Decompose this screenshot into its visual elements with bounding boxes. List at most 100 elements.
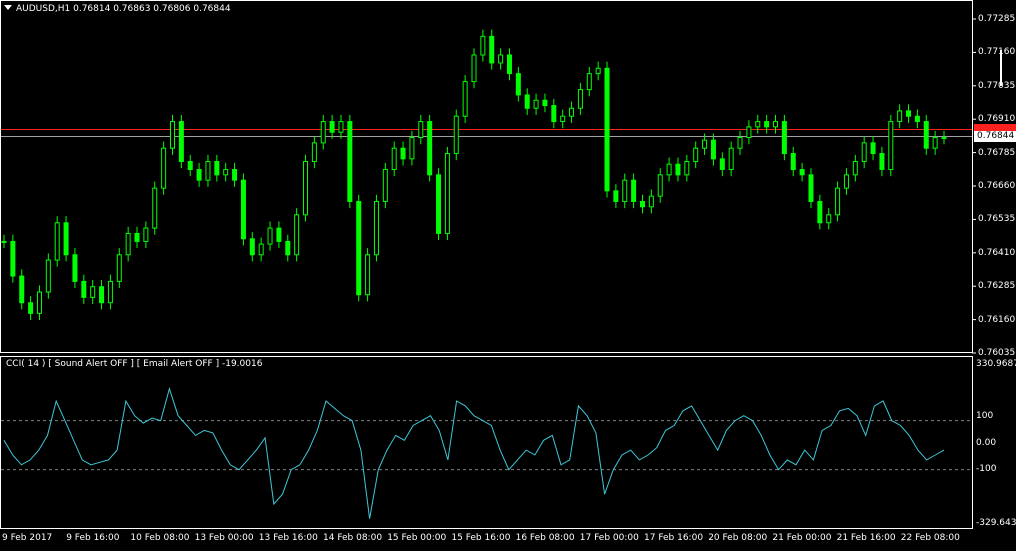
candle-body	[28, 302, 34, 314]
price-axis-label: 0.77160	[978, 47, 1016, 58]
candle-body	[675, 163, 681, 176]
candle-body	[36, 291, 42, 314]
candle-body	[498, 54, 504, 64]
candle-body	[746, 126, 752, 139]
cci-axis-100: 100	[976, 411, 994, 421]
candle-body	[702, 139, 708, 149]
candle-body	[45, 259, 51, 293]
candle-body	[941, 137, 947, 140]
candle-body	[143, 227, 149, 242]
time-axis-label: 22 Feb 08:00	[900, 533, 960, 543]
time-axis-label: 13 Feb 00:00	[194, 533, 254, 543]
candle-body	[1, 240, 7, 243]
candle-body	[19, 275, 25, 304]
candle-body	[569, 107, 575, 117]
price-axis-label: 0.76285	[978, 281, 1016, 292]
candle-body	[232, 169, 238, 181]
price-axis-label: 0.77285	[978, 14, 1016, 24]
candle-body	[560, 115, 566, 123]
candle-body	[116, 254, 122, 282]
time-axis-label: 14 Feb 08:00	[323, 533, 383, 543]
indicator-header: CCI( 14 ) [ Sound Alert OFF ] [ Email Al…	[6, 359, 263, 369]
candle-body	[436, 174, 442, 234]
candle-body	[400, 147, 406, 160]
candle-body	[693, 147, 699, 163]
candle-body	[365, 254, 371, 296]
candle-body	[356, 200, 362, 296]
candle-body	[54, 222, 60, 261]
candle-body	[391, 147, 397, 171]
cci-axis-minus100: -100	[976, 464, 997, 474]
candle-body	[453, 115, 459, 155]
candle-body	[852, 161, 858, 176]
candle-body	[923, 121, 929, 149]
candle-body	[639, 200, 645, 208]
price-axis-label: 0.76535	[978, 214, 1016, 225]
collapse-triangle-icon[interactable]	[4, 5, 12, 10]
price-axis-label: 0.76785	[978, 147, 1016, 158]
candle-body	[914, 115, 920, 123]
time-axis-label: 15 Feb 00:00	[387, 533, 447, 543]
candle-body	[604, 67, 610, 192]
candle-body	[648, 195, 654, 208]
candle-body	[480, 35, 486, 56]
candle-body	[719, 158, 725, 171]
candle-body	[657, 174, 663, 197]
cci-series-line	[3, 387, 945, 519]
candle-body	[418, 121, 424, 139]
time-axis-label: 10 Feb 08:00	[130, 533, 190, 543]
candle-body	[799, 169, 805, 176]
time-axis-label: 13 Feb 16:00	[258, 533, 318, 543]
symbol-quote-text: AUDUSD,H1 0.76814 0.76863 0.76806 0.7684…	[16, 4, 231, 14]
time-axis-label: 21 Feb 16:00	[836, 533, 896, 543]
candle-body	[81, 280, 87, 298]
candle-body	[303, 161, 309, 216]
candle-body	[249, 238, 255, 256]
cci-axis-max: 330.9687	[976, 359, 1016, 369]
candle-body	[178, 121, 184, 163]
candle-body	[223, 169, 229, 176]
candle-body	[870, 142, 876, 155]
time-axis-label: 17 Feb 16:00	[644, 533, 704, 543]
candle-body	[311, 142, 317, 163]
price-axis-label: 0.76410	[978, 247, 1016, 258]
candle-body	[444, 153, 450, 234]
candle-body	[205, 161, 211, 181]
candle-body	[577, 89, 583, 109]
candle-body	[489, 35, 495, 64]
candle-body	[595, 67, 601, 75]
candle-body	[285, 240, 291, 256]
chart-shift-marker[interactable]	[1000, 50, 1002, 86]
candle-body	[666, 163, 672, 176]
candle-body	[835, 187, 841, 216]
candle-body	[196, 169, 202, 181]
candle-body	[906, 110, 912, 117]
candle-body	[169, 121, 175, 149]
price-axis-label: 0.76660	[978, 181, 1016, 191]
time-axis-label: 9 Feb 16:00	[66, 533, 120, 543]
candle-body	[161, 147, 167, 189]
price-axis-label: 0.76160	[978, 314, 1016, 325]
candle-body	[329, 121, 335, 133]
time-axis-label: 9 Feb 2017	[2, 533, 53, 543]
chart-canvas	[1, 18, 976, 519]
candle-body	[533, 99, 539, 109]
candle-body	[932, 137, 938, 149]
candle-body	[790, 153, 796, 171]
candle-body	[409, 137, 415, 160]
candle-body	[125, 232, 131, 256]
time-axis-label: 21 Feb 00:00	[772, 533, 832, 543]
time-axis-label: 16 Feb 08:00	[515, 533, 575, 543]
candle-body	[471, 54, 477, 83]
candle-body	[551, 105, 557, 123]
candle-body	[72, 254, 78, 282]
symbol-header: AUDUSD,H1 0.76814 0.76863 0.76806 0.7684…	[4, 4, 231, 14]
candle-body	[338, 121, 344, 133]
candle-body	[187, 161, 193, 171]
candle-body	[347, 121, 353, 202]
candle-body	[728, 147, 734, 171]
candle-body	[710, 139, 716, 160]
candle-body	[843, 174, 849, 189]
candle-body	[258, 243, 264, 256]
candle-body	[462, 81, 468, 117]
